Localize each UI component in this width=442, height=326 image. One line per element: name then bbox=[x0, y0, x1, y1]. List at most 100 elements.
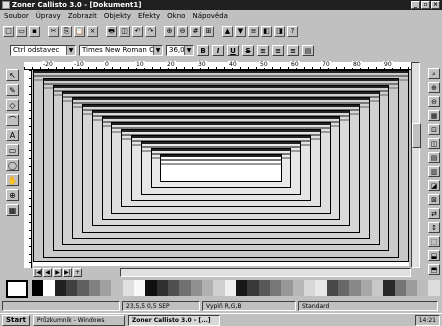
tool-button[interactable]: ▭ bbox=[6, 144, 19, 156]
zoom-in-icon[interactable]: ⊕ bbox=[164, 25, 175, 37]
last-page-button[interactable]: ▶| bbox=[63, 268, 72, 277]
group-icon[interactable]: ◧ bbox=[261, 25, 272, 37]
right-tool-button[interactable]: ⬓ bbox=[428, 250, 440, 261]
color-swatch[interactable] bbox=[417, 280, 429, 296]
align-icon[interactable]: ≡ bbox=[248, 25, 259, 37]
color-swatch[interactable] bbox=[360, 280, 372, 296]
color-swatch[interactable] bbox=[247, 280, 259, 296]
strike-button[interactable]: S bbox=[242, 45, 254, 56]
undo-icon[interactable]: ↶ bbox=[132, 25, 143, 37]
scroll-thumb[interactable] bbox=[412, 123, 421, 148]
chevron-down-icon[interactable]: ▼ bbox=[184, 46, 193, 55]
bold-button[interactable]: B bbox=[197, 45, 209, 56]
menu-objects[interactable]: Objekty bbox=[104, 11, 131, 21]
align-center-button[interactable]: ≡ bbox=[272, 45, 284, 56]
open-icon[interactable]: ▭ bbox=[16, 25, 27, 37]
menu-edit[interactable]: Úpravy bbox=[36, 11, 61, 21]
right-tool-button[interactable]: ◪ bbox=[428, 180, 440, 191]
color-swatch[interactable] bbox=[54, 280, 66, 296]
grid-icon[interactable]: # bbox=[190, 25, 201, 37]
color-swatch[interactable] bbox=[133, 280, 146, 296]
tool-button[interactable]: ◇ bbox=[6, 99, 19, 111]
paste-icon[interactable]: 📋 bbox=[74, 25, 85, 37]
color-swatch[interactable] bbox=[43, 280, 55, 296]
new-icon[interactable]: □ bbox=[3, 25, 14, 37]
color-swatch[interactable] bbox=[224, 280, 236, 296]
right-tool-button[interactable]: ▦ bbox=[428, 110, 440, 121]
add-page-button[interactable]: + bbox=[73, 268, 82, 277]
menu-help[interactable]: Nápověda bbox=[192, 11, 227, 21]
color-swatch[interactable] bbox=[145, 280, 157, 296]
color-swatch[interactable] bbox=[88, 280, 100, 296]
back-icon[interactable]: ▼ bbox=[235, 25, 246, 37]
delete-icon[interactable]: × bbox=[87, 25, 98, 37]
color-swatch[interactable] bbox=[65, 280, 78, 296]
right-tool-button[interactable]: ⊡ bbox=[428, 124, 440, 135]
tool-button[interactable]: ▦ bbox=[6, 204, 19, 216]
tool-button[interactable]: ◯ bbox=[6, 159, 19, 171]
color-swatch[interactable] bbox=[303, 280, 316, 296]
justify-button[interactable]: ▤ bbox=[302, 45, 314, 56]
right-tool-button[interactable]: ▥ bbox=[428, 166, 440, 177]
snap-icon[interactable]: ⊞ bbox=[203, 25, 214, 37]
color-swatch[interactable] bbox=[213, 280, 225, 296]
color-swatch[interactable] bbox=[122, 280, 134, 296]
maximize-button[interactable]: ▫ bbox=[421, 1, 430, 9]
app-icon[interactable] bbox=[2, 1, 10, 9]
cut-icon[interactable]: ✂ bbox=[48, 25, 59, 37]
next-page-button[interactable]: ▶ bbox=[53, 268, 62, 277]
color-swatch[interactable] bbox=[383, 280, 395, 296]
current-color-swatch[interactable] bbox=[6, 280, 28, 298]
color-swatch[interactable] bbox=[258, 280, 270, 296]
menu-effects[interactable]: Efekty bbox=[138, 11, 160, 21]
right-tool-button[interactable]: ⊠ bbox=[428, 194, 440, 205]
menu-window[interactable]: Okno bbox=[167, 11, 185, 21]
task-explorer[interactable]: Průzkumník - Windows bbox=[32, 314, 125, 326]
color-swatch[interactable] bbox=[371, 280, 384, 296]
tool-button[interactable]: ✋ bbox=[6, 174, 19, 186]
tool-button[interactable]: ⌒ bbox=[6, 114, 19, 126]
ungroup-icon[interactable]: ◨ bbox=[274, 25, 285, 37]
color-swatch[interactable] bbox=[428, 280, 440, 296]
color-swatch[interactable] bbox=[394, 280, 406, 296]
front-icon[interactable]: ▲ bbox=[222, 25, 233, 37]
right-tool-button[interactable]: ⇄ bbox=[428, 208, 440, 219]
menu-file[interactable]: Soubor bbox=[4, 11, 29, 21]
minimize-button[interactable]: _ bbox=[411, 1, 420, 9]
font-select[interactable]: Times New Roman CE ▼ bbox=[79, 45, 163, 56]
tool-button[interactable]: ⊕ bbox=[6, 189, 19, 201]
close-button[interactable]: × bbox=[431, 1, 440, 9]
size-select[interactable]: 36,0 ▼ bbox=[166, 45, 194, 56]
right-tool-button[interactable]: ◫ bbox=[428, 138, 440, 149]
color-swatch[interactable] bbox=[201, 280, 214, 296]
print-icon[interactable]: 🖶 bbox=[106, 25, 117, 37]
color-swatch[interactable] bbox=[167, 280, 180, 296]
color-swatch[interactable] bbox=[292, 280, 304, 296]
color-swatch[interactable] bbox=[315, 280, 327, 296]
help-icon[interactable]: ? bbox=[287, 25, 298, 37]
color-swatch[interactable] bbox=[32, 280, 44, 296]
tool-button[interactable]: A bbox=[6, 129, 19, 141]
color-swatch[interactable] bbox=[337, 280, 350, 296]
color-swatch[interactable] bbox=[156, 280, 168, 296]
right-tool-button[interactable]: ⌕ bbox=[428, 68, 440, 79]
tool-button[interactable]: ↖ bbox=[6, 69, 19, 81]
underline-button[interactable]: U bbox=[227, 45, 239, 56]
color-swatch[interactable] bbox=[326, 280, 338, 296]
color-swatch[interactable] bbox=[111, 280, 123, 296]
chevron-down-icon[interactable]: ▼ bbox=[66, 46, 75, 55]
color-swatch[interactable] bbox=[99, 280, 112, 296]
right-tool-button[interactable]: ⊕ bbox=[428, 82, 440, 93]
right-tool-button[interactable]: ⬚ bbox=[428, 236, 440, 247]
color-swatch[interactable] bbox=[269, 280, 282, 296]
italic-button[interactable]: I bbox=[212, 45, 224, 56]
zoom-out-icon[interactable]: ⊖ bbox=[177, 25, 188, 37]
align-right-button[interactable]: ≡ bbox=[287, 45, 299, 56]
color-swatch[interactable] bbox=[77, 280, 89, 296]
color-swatch[interactable] bbox=[190, 280, 202, 296]
color-swatch[interactable] bbox=[349, 280, 361, 296]
first-page-button[interactable]: |◀ bbox=[33, 268, 42, 277]
copy-icon[interactable]: ⎘ bbox=[61, 25, 72, 37]
right-tool-button[interactable]: ▤ bbox=[428, 152, 440, 163]
menu-view[interactable]: Zobrazit bbox=[68, 11, 97, 21]
